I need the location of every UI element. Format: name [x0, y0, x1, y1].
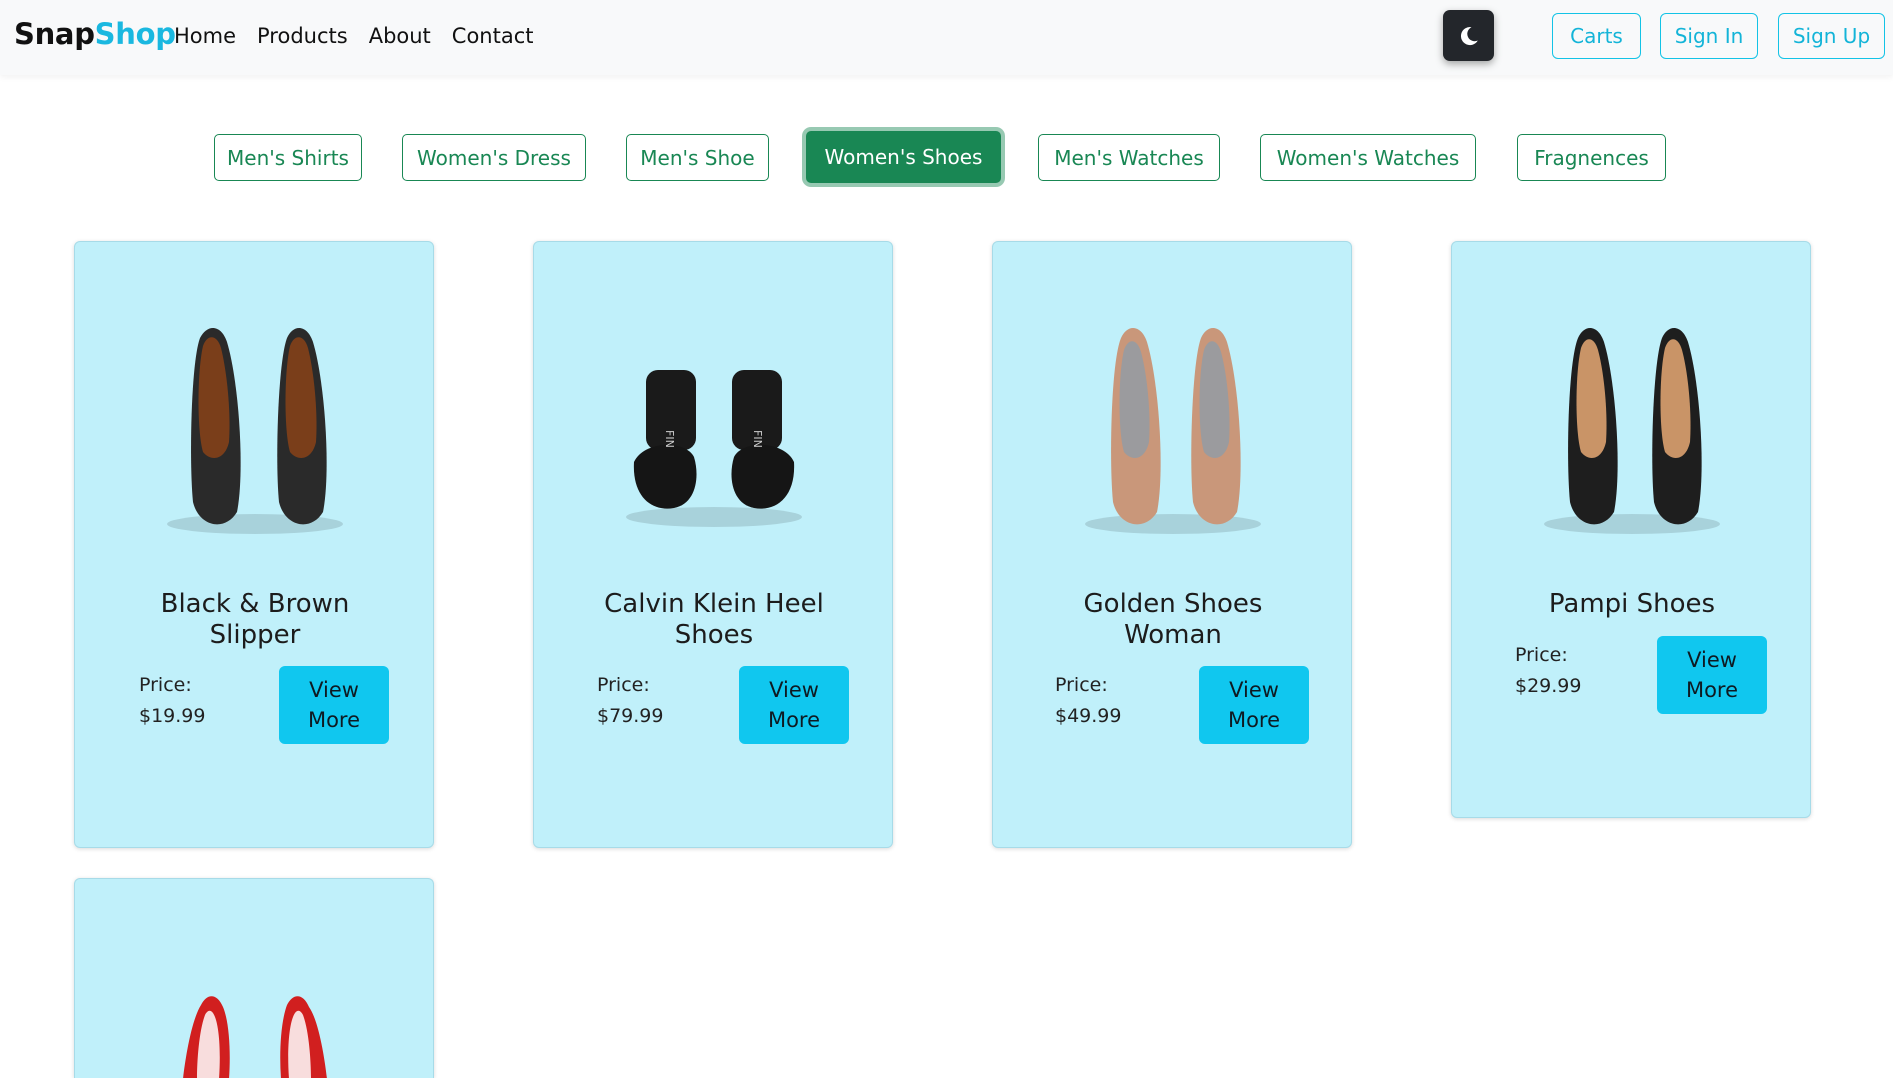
product-title-line-1: Black & Brown: [160, 589, 350, 619]
product-image: [167, 327, 343, 534]
nav-link-home[interactable]: Home: [174, 22, 236, 50]
product-price: Price: $49.99: [1055, 670, 1121, 732]
brand-part-snap: Snap: [14, 17, 95, 51]
view-more-line-1: View: [769, 678, 819, 702]
product-title-line-2: Shoes: [674, 620, 754, 650]
product-title-line-1: Pampi Shoes: [1548, 589, 1716, 619]
sign-up-button[interactable]: Sign Up: [1778, 13, 1885, 59]
category-womens-watches[interactable]: Women's Watches: [1260, 134, 1476, 181]
product-title: Golden Shoes Woman: [1033, 589, 1313, 651]
product-image: FIN FIN: [626, 370, 802, 527]
product-card: [74, 878, 434, 1078]
nav-link-about[interactable]: About: [369, 22, 431, 50]
price-label: Price:: [1515, 644, 1568, 666]
view-more-line-1: View: [309, 678, 359, 702]
category-womens-shoes[interactable]: Women's Shoes: [806, 131, 1001, 183]
nav-link-contact[interactable]: Contact: [452, 22, 534, 50]
product-title-line-1: Calvin Klein Heel: [604, 589, 824, 619]
price-label: Price:: [1055, 674, 1108, 696]
theme-toggle-button[interactable]: [1443, 10, 1494, 61]
product-title: Calvin Klein Heel Shoes: [574, 589, 854, 651]
view-more-button[interactable]: View More: [279, 666, 389, 744]
view-more-line-2: More: [1227, 708, 1281, 732]
price-label: Price:: [597, 674, 650, 696]
product-image: [1544, 327, 1720, 534]
moon-icon: [1460, 26, 1478, 45]
view-more-button[interactable]: View More: [1199, 666, 1309, 744]
view-more-label: View More: [308, 675, 360, 735]
product-price: Price: $79.99: [597, 670, 663, 732]
category-mens-shirts[interactable]: Men's Shirts: [214, 134, 362, 181]
view-more-label: View More: [1686, 645, 1738, 705]
product-title: Black & Brown Slipper: [115, 589, 395, 651]
category-mens-watches[interactable]: Men's Watches: [1038, 134, 1220, 181]
product-title: Pampi Shoes: [1492, 589, 1772, 620]
nav-link-products[interactable]: Products: [257, 22, 348, 50]
product-card: Black & Brown Slipper Price: $19.99 View…: [74, 241, 434, 848]
view-more-line-2: More: [1685, 678, 1739, 702]
product-card: FIN FIN Calvin Klein Heel Shoes Price: $…: [533, 241, 893, 848]
nav-links: Home Products About Contact: [174, 22, 534, 50]
product-title-line-2: Woman: [1124, 620, 1222, 650]
price-value: $49.99: [1055, 705, 1122, 727]
category-mens-shoe[interactable]: Men's Shoe: [626, 134, 769, 181]
product-title-line-1: Golden Shoes: [1083, 589, 1263, 619]
view-more-label: View More: [768, 675, 820, 735]
view-more-line-1: View: [1687, 648, 1737, 672]
category-womens-dress[interactable]: Women's Dress: [402, 134, 586, 181]
price-value: $19.99: [139, 705, 206, 727]
view-more-label: View More: [1228, 675, 1280, 735]
product-title-line-2: Slipper: [209, 620, 301, 650]
product-image: [183, 996, 327, 1078]
carts-button[interactable]: Carts: [1552, 13, 1641, 59]
sign-in-button[interactable]: Sign In: [1660, 13, 1758, 59]
svg-text:FIN: FIN: [663, 430, 676, 448]
price-value: $79.99: [597, 705, 664, 727]
view-more-button[interactable]: View More: [1657, 636, 1767, 714]
product-card: Pampi Shoes Price: $29.99 View More: [1451, 241, 1811, 818]
view-more-button[interactable]: View More: [739, 666, 849, 744]
category-fragnences[interactable]: Fragnences: [1517, 134, 1666, 181]
price-value: $29.99: [1515, 675, 1582, 697]
view-more-line-1: View: [1229, 678, 1279, 702]
product-card: Golden Shoes Woman Price: $49.99 View Mo…: [992, 241, 1352, 848]
product-image: [1085, 327, 1261, 534]
view-more-line-2: More: [307, 708, 361, 732]
product-price: Price: $29.99: [1515, 640, 1581, 702]
price-label: Price:: [139, 674, 192, 696]
svg-text:FIN: FIN: [751, 430, 764, 448]
navbar: SnapShop Home Products About Contact Car…: [0, 0, 1893, 75]
view-more-line-2: More: [767, 708, 821, 732]
brand-logo[interactable]: SnapShop: [14, 16, 176, 52]
brand-part-shop: Shop: [94, 17, 176, 51]
product-price: Price: $19.99: [139, 670, 205, 732]
